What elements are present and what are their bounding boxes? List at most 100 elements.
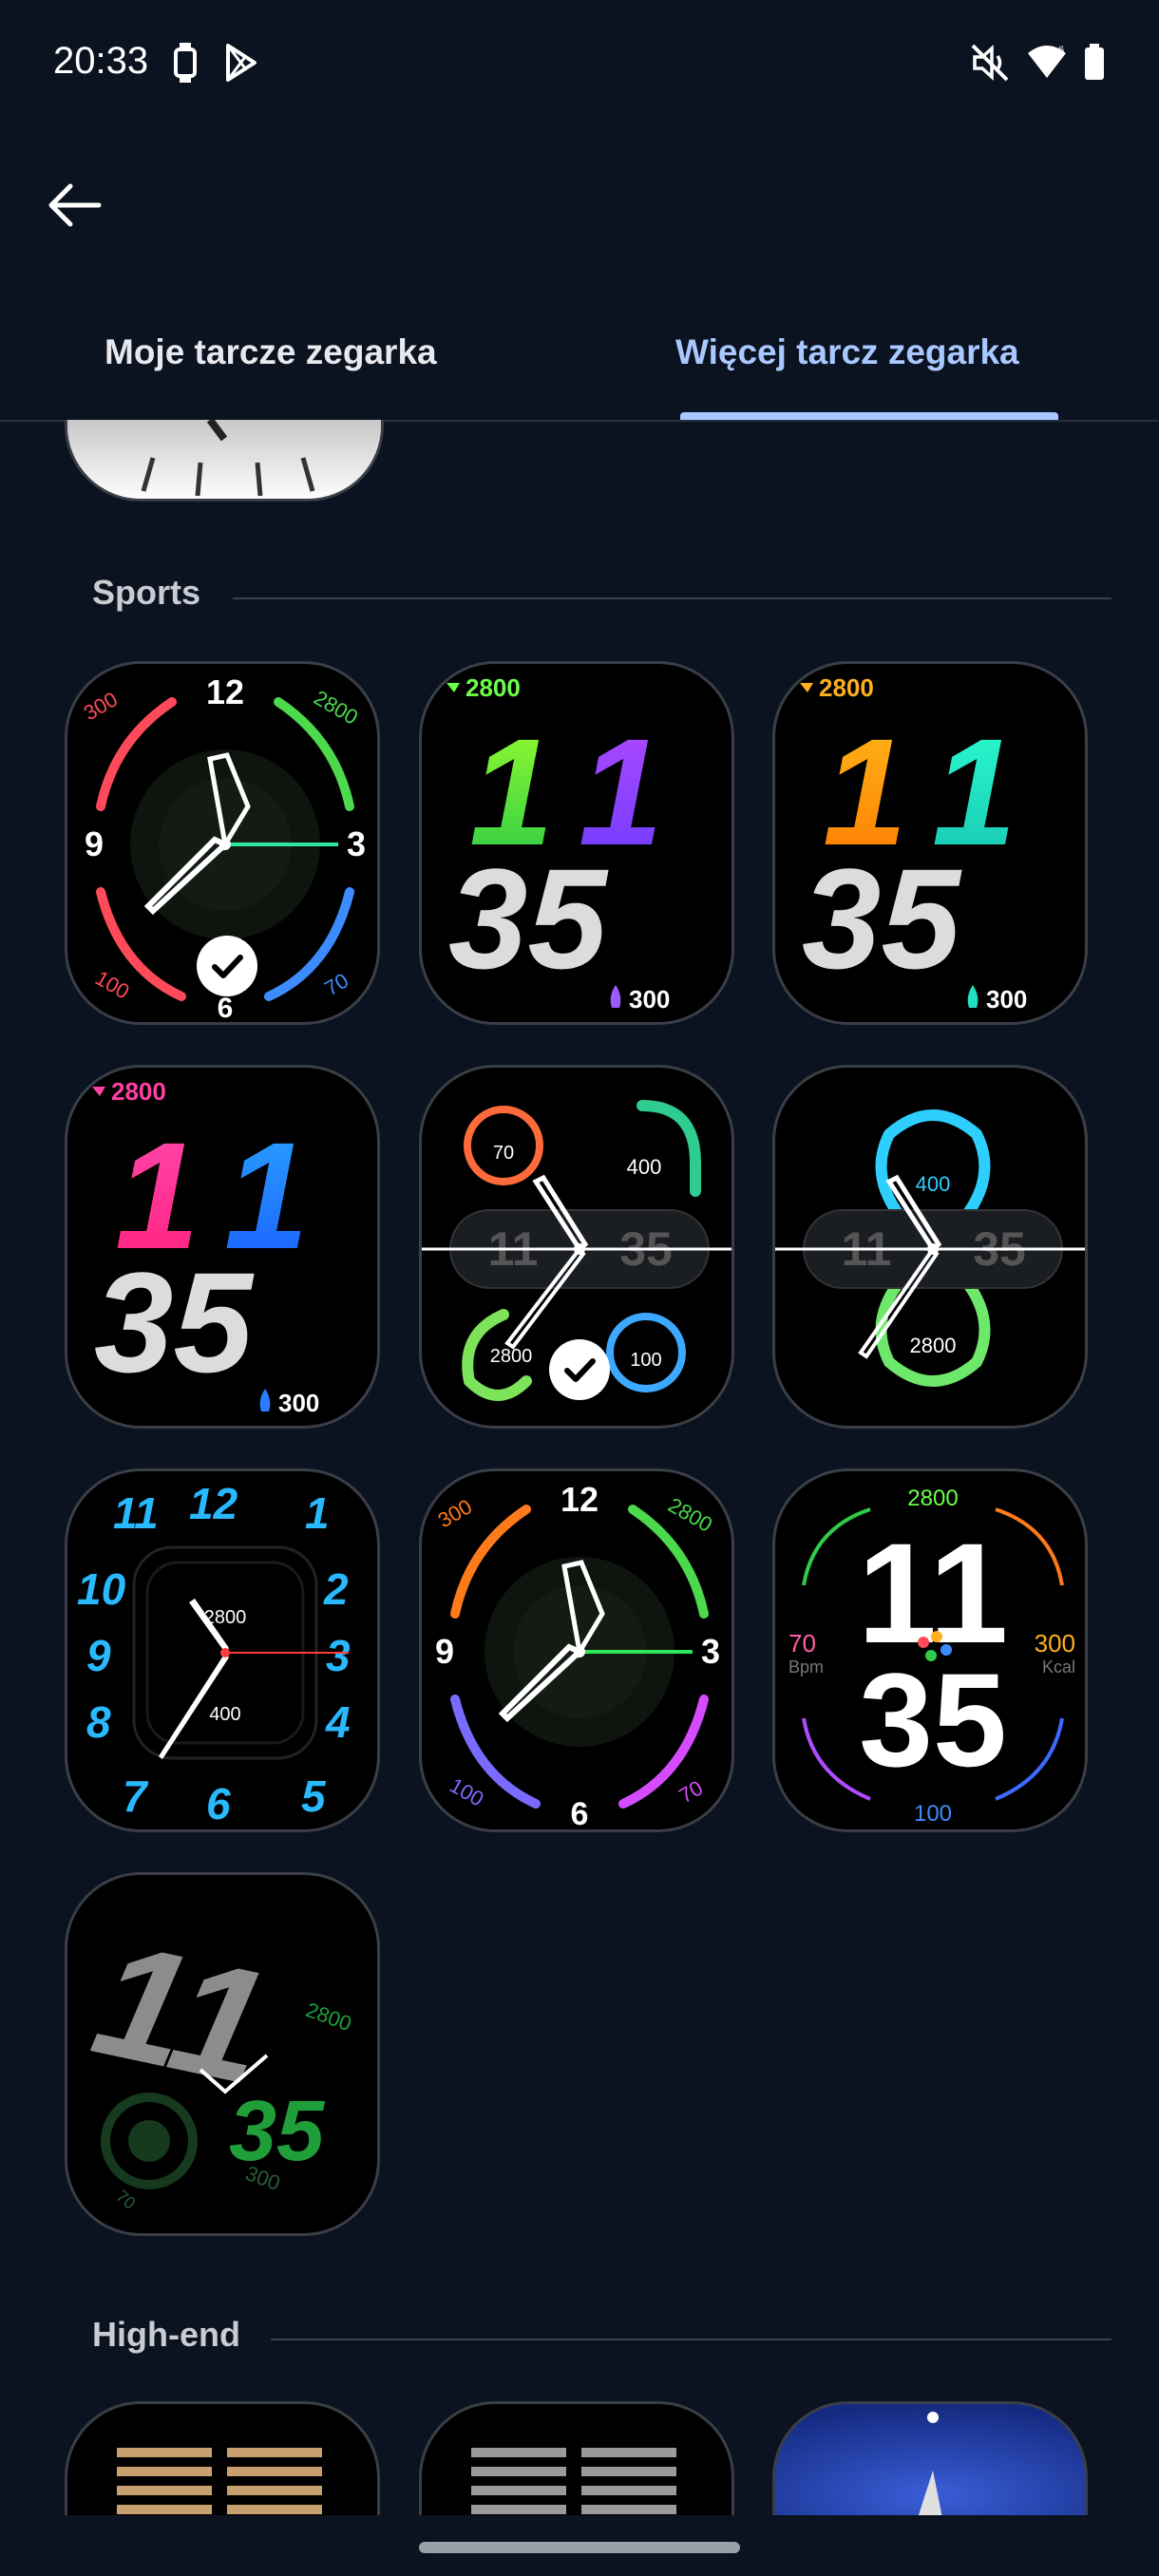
steps-value: 2800 [303, 1998, 355, 2036]
watch-face-sports-4[interactable]: 2800 1 1 35 300 [65, 1065, 380, 1429]
back-button[interactable] [42, 171, 110, 239]
steps-value: 2800 [111, 1077, 166, 1106]
battery-value: 70 [674, 1775, 707, 1808]
battery-icon [1085, 44, 1104, 80]
watch-face-sports-10[interactable]: 11 35 2800 70 300 [65, 1872, 380, 2236]
calories-value: 300 [434, 1494, 476, 1532]
face-graphic [117, 2448, 322, 2514]
numeral-2: 2 [323, 1564, 349, 1614]
check-icon [564, 1358, 596, 1382]
face-graphic: 11 35 2800 70 300 [80, 1908, 355, 2213]
numeral-6: 6 [206, 1779, 231, 1828]
numeral-10: 10 [77, 1564, 126, 1614]
selected-check-badge [197, 936, 257, 996]
numeral-12: 12 [189, 1479, 238, 1528]
heart-value: 100 [446, 1773, 487, 1811]
calories-value: 400 [916, 1172, 951, 1196]
watch-face-partial-top[interactable] [65, 420, 384, 502]
arrow-left-icon [48, 183, 102, 227]
face-graphic: 12 9 3 6 300 2800 100 70 [434, 1480, 720, 1832]
heart-value: 70 [493, 1143, 514, 1164]
face-graphic [775, 2404, 1085, 2515]
watch-face-sports-6[interactable]: 400 2800 11 35 [772, 1065, 1088, 1429]
check-icon [212, 955, 243, 978]
numeral-12: 12 [560, 1480, 598, 1519]
minute-text: 35 [448, 839, 609, 998]
section-divider [271, 2339, 1112, 2340]
steps-value: 2800 [907, 1486, 958, 1511]
watch-face-sports-1[interactable]: 12 9 3 6 300 2800 100 70 [65, 661, 380, 1025]
tab-bar: Moje tarcze zegarka Więcej tarcz zegarka [0, 313, 1159, 422]
svg-text:6: 6 [1058, 45, 1064, 56]
calories-value: 400 [209, 1704, 240, 1725]
numeral-7: 7 [123, 1771, 149, 1821]
section-divider [233, 597, 1112, 599]
status-time: 20:33 [53, 40, 149, 82]
watch-face-high-end-2[interactable] [419, 2401, 734, 2515]
face-graphic [471, 2448, 676, 2514]
steps-value: 2800 [910, 1334, 957, 1357]
numeral-4: 4 [325, 1697, 351, 1747]
face-graphic: 2800 1 1 35 300 [800, 673, 1027, 1013]
face-graphic: 2800 1 1 35 300 [92, 1077, 319, 1417]
section-title-high-end: High-end [92, 2315, 240, 2354]
wifi-icon: 6 [1028, 45, 1066, 78]
steps-value: 2800 [490, 1346, 533, 1367]
bottom-value: 100 [914, 1801, 952, 1827]
play-store-icon [226, 44, 256, 82]
watch-face-sports-9[interactable]: 2800 11 35 70 Bpm 300 Kcal 100 [772, 1468, 1088, 1832]
status-bar: 20:33 6 [0, 0, 1159, 128]
face-graphic: 2800 11 35 70 Bpm 300 Kcal 100 [788, 1486, 1075, 1827]
battery-value: 70 [320, 968, 352, 1000]
numeral-9: 9 [86, 1631, 111, 1680]
minute-text: 35 [94, 1242, 255, 1402]
heart-rate-value: 70 [788, 1629, 816, 1657]
face-graphic: 400 2800 11 35 [775, 1109, 1085, 1387]
numeral-3: 3 [347, 824, 366, 863]
watch-face-sports-3[interactable]: 2800 1 1 35 300 [772, 661, 1088, 1025]
section-title-sports: Sports [92, 573, 201, 612]
minute-text: 35 [802, 839, 962, 998]
calories-value: 400 [627, 1155, 662, 1179]
numeral-8: 8 [86, 1697, 111, 1747]
numeral-6: 6 [218, 993, 234, 1024]
battery-value: 100 [630, 1350, 661, 1371]
minute-text: 35 [859, 1645, 1007, 1794]
numeral-3: 3 [326, 1631, 351, 1680]
watch-face-sports-8[interactable]: 12 9 3 6 300 2800 100 70 [419, 1468, 734, 1832]
tab-my-watch-faces[interactable]: Moje tarcze zegarka [104, 332, 437, 372]
selected-check-badge [549, 1339, 610, 1400]
numeral-11: 11 [113, 1488, 159, 1538]
watch-face-sports-5[interactable]: 70 400 2800 100 11 35 [419, 1065, 734, 1429]
numeral-9: 9 [435, 1632, 454, 1671]
numeral-1: 1 [305, 1488, 330, 1538]
watch-status-icon [174, 43, 197, 83]
watch-face-high-end-3[interactable] [772, 2401, 1088, 2515]
calories-value: 300 [278, 1389, 319, 1417]
numeral-6: 6 [571, 1796, 589, 1832]
gesture-navigation-bar[interactable] [419, 2542, 740, 2553]
watch-face-sports-2[interactable]: 2800 1 1 35 300 [419, 661, 734, 1025]
heart-value: 100 [91, 966, 133, 1004]
calories-value: 300 [986, 985, 1027, 1013]
steps-value: 2800 [664, 1493, 716, 1537]
numeral-3: 3 [701, 1632, 720, 1671]
minute-text: 35 [229, 2084, 326, 2179]
mute-icon [971, 44, 1009, 82]
analog-face-thumbnail [67, 420, 381, 499]
watch-face-high-end-1[interactable] [65, 2401, 380, 2515]
steps-value: 2800 [310, 686, 362, 729]
watch-face-sports-7[interactable]: 11 12 1 2 3 4 5 6 7 8 9 10 2800 400 [65, 1468, 380, 1832]
face-graphic: 11 12 1 2 3 4 5 6 7 8 9 10 2800 400 [77, 1479, 351, 1828]
numeral-9: 9 [85, 824, 104, 863]
numeral-5: 5 [301, 1771, 327, 1821]
numeral-12: 12 [206, 672, 244, 711]
tab-indicator [680, 412, 1058, 420]
calories-value: 300 [629, 985, 670, 1013]
heart-rate-unit: Bpm [788, 1657, 824, 1676]
face-graphic: 2800 1 1 35 300 [446, 673, 670, 1013]
tab-more-watch-faces[interactable]: Więcej tarcz zegarka [675, 332, 1019, 372]
steps-value: 2800 [466, 673, 521, 702]
heart-value: 70 [112, 2187, 139, 2213]
calories-value: 300 [1035, 1629, 1075, 1657]
